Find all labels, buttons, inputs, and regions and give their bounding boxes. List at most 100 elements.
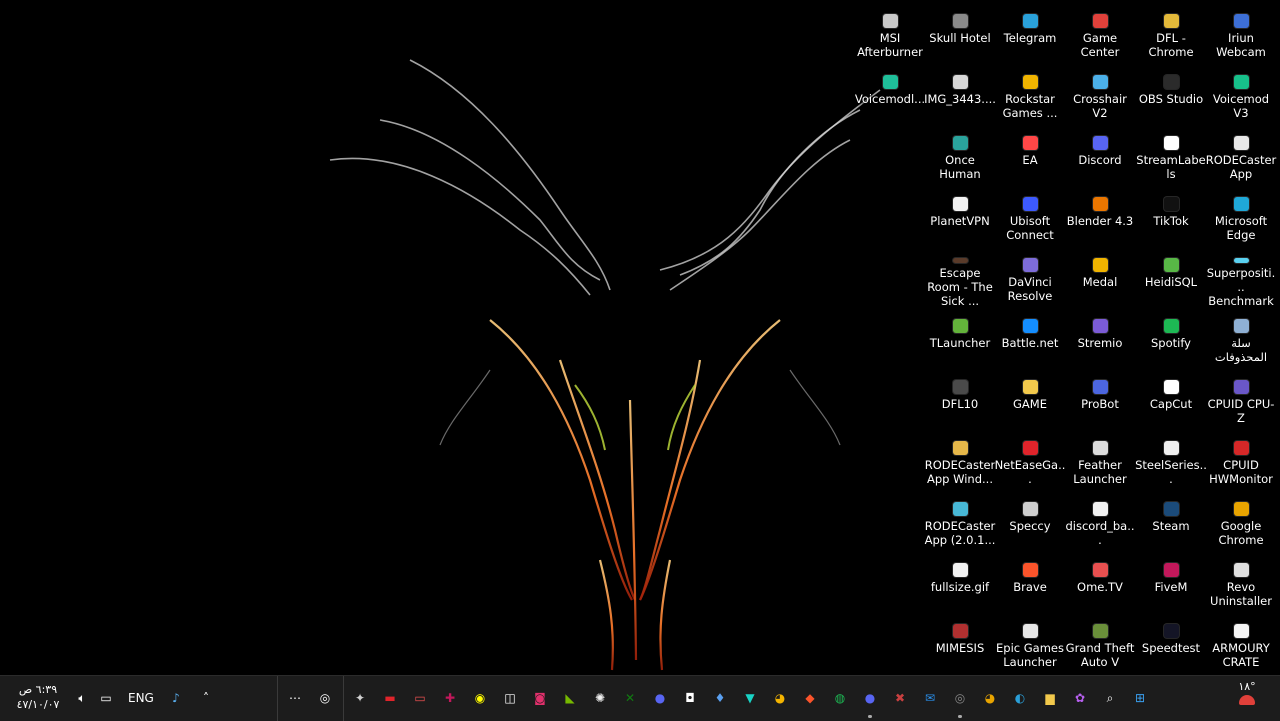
desktop-icon[interactable]: Ubisoft Connect (995, 189, 1065, 247)
desktop-icon[interactable]: PlanetVPN (925, 189, 995, 247)
nvidia-icon[interactable]: ◣ (560, 688, 580, 708)
app-icon (1092, 136, 1108, 150)
capcut-icon[interactable]: ◫ (500, 688, 520, 708)
desktop-icon[interactable]: HeidiSQL (1136, 250, 1206, 308)
desktop-icon[interactable]: Once Human (925, 128, 995, 186)
desktop-icon[interactable]: Speccy (995, 494, 1065, 552)
desktop-icon[interactable]: سلة المحذوفات (1206, 311, 1276, 369)
desktop-icon[interactable]: Steam (1136, 494, 1206, 552)
desktop-icon[interactable]: Epic Games Launcher (995, 616, 1065, 674)
desktop-icon[interactable]: RODECaster App Wind... (925, 433, 995, 491)
desktop-icon[interactable]: IMG_3443.... (924, 67, 996, 125)
app-icon (1092, 441, 1108, 455)
droplet-app-icon[interactable]: ♦ (710, 688, 730, 708)
desktop-icon[interactable]: SteelSeries... (1135, 433, 1207, 491)
desktop-icon[interactable]: Brave (995, 555, 1065, 613)
desktop-icon[interactable]: StreamLabels (1136, 128, 1206, 186)
start-icon[interactable]: ⊞ (1130, 688, 1150, 708)
desktop-icon[interactable]: Discord (1065, 128, 1135, 186)
desktop-icon[interactable]: TikTok (1136, 189, 1206, 247)
steelseries-icon[interactable]: ✺ (590, 688, 610, 708)
desktop-icon[interactable]: Microsoft Edge (1206, 189, 1276, 247)
outlook-icon[interactable]: ✉ (920, 688, 940, 708)
desktop-icon[interactable]: DFL - Chrome (1136, 6, 1206, 64)
xbox-icon[interactable]: ✕ (620, 688, 640, 708)
speaker-icon[interactable]: 🔈︎ (72, 688, 92, 708)
desktop-icon[interactable]: DFL10 (925, 372, 995, 430)
weather-widget[interactable]: ١٨° (1226, 680, 1268, 716)
desktop-icon[interactable]: MIMESIS (925, 616, 995, 674)
search-icon[interactable]: ⌕ (1100, 688, 1120, 708)
desktop-icon[interactable]: MSI Afterburner (855, 6, 925, 64)
desktop-icon[interactable]: Google Chrome (1206, 494, 1276, 552)
desktop-icon[interactable]: CPUID CPU-Z (1206, 372, 1276, 430)
desktop-icon[interactable]: Battle.net (995, 311, 1065, 369)
copilot-icon[interactable]: ✿ (1070, 688, 1090, 708)
desktop-icon[interactable]: TLauncher (925, 311, 995, 369)
desktop-icon[interactable]: Telegram (995, 6, 1065, 64)
google-chrome-icon[interactable]: ◕ (980, 688, 1000, 708)
desktop-icon-label: Spotify (1151, 336, 1191, 350)
desktop-icon[interactable]: CPUID HWMonitor (1206, 433, 1276, 491)
desktop-icon[interactable]: GAME (995, 372, 1065, 430)
desktop-icon[interactable]: Escape Room - The Sick ... (925, 250, 995, 308)
chrome-icon[interactable]: ◕ (770, 688, 790, 708)
clock[interactable]: ٦:٣٩ ص ٤٧/١٠/٠٧ (14, 682, 62, 712)
desktop-icon[interactable]: Voicemodl... (855, 67, 925, 125)
desktop-icon[interactable]: fullsize.gif (925, 555, 995, 613)
desktop-icon[interactable]: Blender 4.3 (1065, 189, 1135, 247)
desktop-icon[interactable]: discord_ba... (1065, 494, 1135, 552)
brave-icon[interactable]: ◆ (800, 688, 820, 708)
desktop-icon-label: fullsize.gif (930, 580, 990, 594)
desktop-icon[interactable]: Stremio (1065, 311, 1135, 369)
app-icon (1163, 258, 1179, 272)
desktop-icon[interactable]: NetEaseGa... (995, 433, 1065, 491)
obs-icon[interactable]: ◎ (950, 688, 970, 708)
vpn-icon[interactable]: ▼ (740, 688, 760, 708)
desktop-icon[interactable]: RODECaster App (1206, 128, 1276, 186)
desktop-icon[interactable]: EA (995, 128, 1065, 186)
edge-icon[interactable]: ◐ (1010, 688, 1030, 708)
instagram-icon[interactable]: ◙ (530, 688, 550, 708)
msi-afterburner-icon[interactable]: ✦ (350, 688, 370, 708)
desktop-icon[interactable]: CapCut (1136, 372, 1206, 430)
desktop-icon[interactable]: Iriun Webcam (1206, 6, 1276, 64)
desktop-icon[interactable]: Revo Uninstaller (1206, 555, 1276, 613)
desktop-icon[interactable]: Ome.TV (1065, 555, 1135, 613)
fivem-icon[interactable]: ✚ (440, 688, 460, 708)
file-explorer-icon[interactable]: ▆ (1040, 688, 1060, 708)
display-icon[interactable]: ▭ (96, 688, 116, 708)
desktop-icon[interactable]: Voicemod V3 (1206, 67, 1276, 125)
desktop-icon[interactable]: RODECaster App (2.0.1... (925, 494, 995, 552)
microphone-icon[interactable]: ♪ (166, 688, 186, 708)
desktop-icon[interactable]: Feather Launcher (1065, 433, 1135, 491)
desktop-icon[interactable]: Speedtest (1136, 616, 1206, 674)
desktop-icon[interactable]: DaVinci Resolve (995, 250, 1065, 308)
desktop-icon[interactable]: Medal (1065, 250, 1135, 308)
chevron-up-icon[interactable]: ˄ (196, 688, 216, 708)
desktop-icon[interactable]: Crosshair V2 (1065, 67, 1135, 125)
discord-2-icon[interactable]: ● (860, 688, 880, 708)
desktop-icon[interactable]: OBS Studio (1136, 67, 1206, 125)
more-icon[interactable]: ⋯ (285, 688, 305, 708)
app-icon (1022, 441, 1038, 455)
desktop-icon-label: Feather Launcher (1073, 458, 1127, 486)
tool-app-icon[interactable]: ✖ (890, 688, 910, 708)
discord-icon[interactable]: ● (650, 688, 670, 708)
desktop-icon[interactable]: Spotify (1136, 311, 1206, 369)
desktop-icon[interactable]: ARMOURY CRATE (1206, 616, 1276, 674)
desktop-icon[interactable]: Grand Theft Auto V (1065, 616, 1135, 674)
spotify-icon[interactable]: ◍ (830, 688, 850, 708)
desktop-icon[interactable]: ProBot (1065, 372, 1135, 430)
netease-icon[interactable]: ▬ (380, 688, 400, 708)
language-indicator[interactable]: ENG (128, 691, 154, 705)
search-app-icon[interactable]: ◎ (315, 688, 335, 708)
desktop-icon[interactable]: FiveM (1136, 555, 1206, 613)
desktop-icon[interactable]: Rockstar Games ... (995, 67, 1065, 125)
desktop-icon[interactable]: Game Center (1065, 6, 1135, 64)
streamlabs-icon[interactable]: ◘ (680, 688, 700, 708)
snapchat-icon[interactable]: ◉ (470, 688, 490, 708)
ome-tv-icon[interactable]: ▭ (410, 688, 430, 708)
desktop-icon[interactable]: Superpositi... Benchmark (1206, 250, 1276, 308)
desktop-icon[interactable]: Skull Hotel (925, 6, 995, 64)
